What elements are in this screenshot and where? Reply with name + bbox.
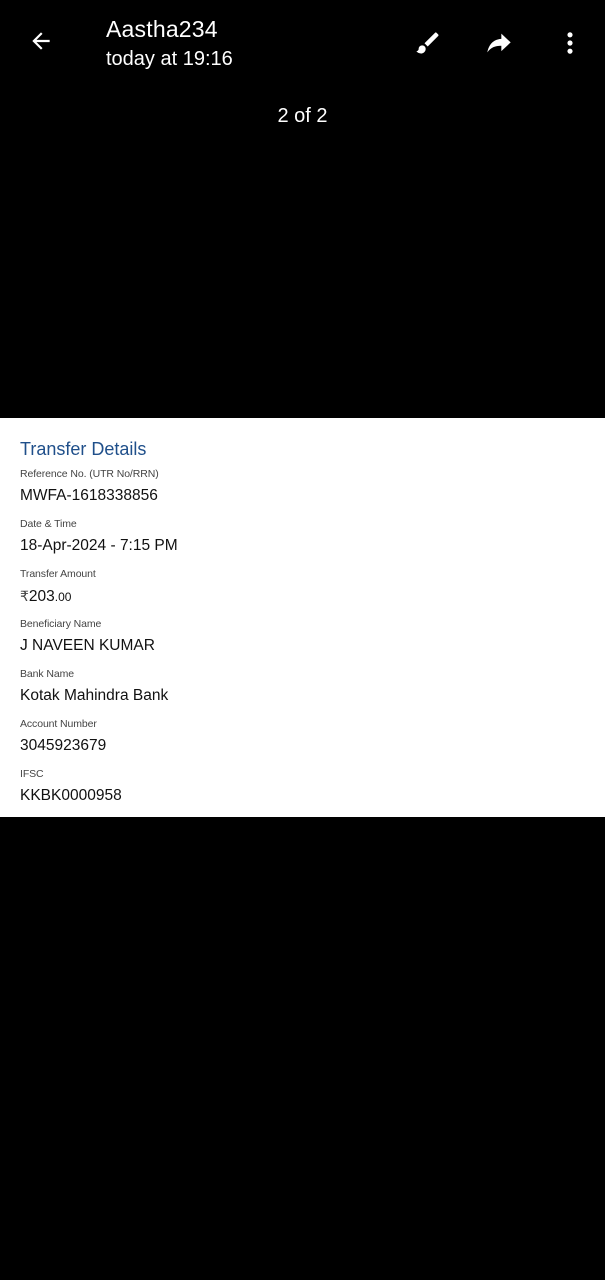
account-number-field: Account Number 3045923679 [20,718,106,756]
receipt-image[interactable]: Transfer Details Reference No. (UTR No/R… [0,418,605,817]
image-counter: 2 of 2 [277,105,328,127]
transfer-amount-field: Transfer Amount ₹203.00 [20,568,96,607]
more-options-button[interactable] [553,26,587,60]
field-value: KKBK0000958 [20,787,122,804]
rupee-symbol: ₹ [20,588,29,604]
field-value: 18-Apr-2024 - 7:15 PM [20,537,178,554]
paintbrush-icon [416,32,439,54]
field-label: IFSC [20,768,44,780]
sender-name: Aastha234 [106,16,218,42]
receipt-title: Transfer Details [20,439,147,459]
field-value: MWFA-1618338856 [20,487,158,504]
back-button[interactable] [24,24,58,58]
more-vertical-icon [567,32,573,54]
field-label: Transfer Amount [20,568,96,580]
field-value: Kotak Mahindra Bank [20,687,169,704]
amount-integer: 203 [28,588,55,605]
image-viewer-screen: Aastha234 today at 19:16 2 of 2 Transfer… [0,0,605,1280]
ifsc-field: IFSC KKBK0000958 [20,768,122,806]
amount-value: ₹203.00 [20,586,96,607]
forward-button[interactable] [482,26,516,60]
edit-button[interactable] [411,26,445,60]
message-timestamp: today at 19:16 [106,48,233,70]
reference-number-field: Reference No. (UTR No/RRN) MWFA-16183388… [20,468,159,506]
arrow-left-icon [32,32,50,50]
field-label: Reference No. (UTR No/RRN) [20,468,159,480]
bank-name-field: Bank Name Kotak Mahindra Bank [20,668,168,706]
forward-arrow-icon [487,33,511,53]
field-label: Date & Time [20,518,77,530]
field-label: Bank Name [20,668,74,680]
field-value: J NAVEEN KUMAR [20,637,155,654]
field-label: Account Number [20,718,97,730]
beneficiary-name-field: Beneficiary Name J NAVEEN KUMAR [20,618,155,656]
amount-decimals: .00 [54,590,72,604]
field-label: Beneficiary Name [20,618,102,630]
top-app-bar: Aastha234 today at 19:16 [0,0,605,90]
date-time-field: Date & Time 18-Apr-2024 - 7:15 PM [20,518,178,556]
field-value: 3045923679 [20,737,107,754]
title-block: Aastha234 today at 19:16 [106,14,233,73]
